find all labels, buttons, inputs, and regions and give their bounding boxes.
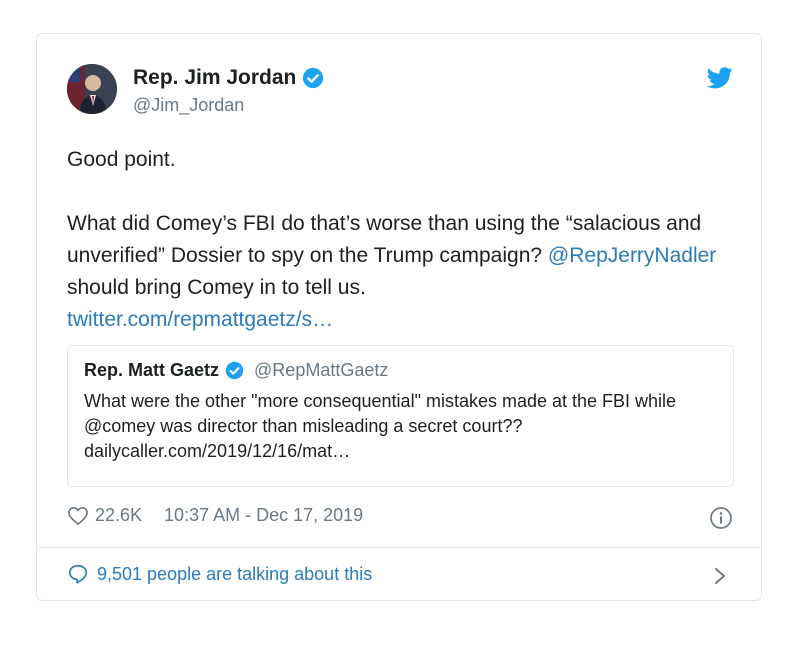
tweet-meta: 22.6K 10:37 AM - Dec 17, 2019	[67, 505, 363, 526]
avatar[interactable]	[67, 64, 117, 114]
mention-link[interactable]: @RepJerryNadler	[548, 244, 716, 267]
author-name-row[interactable]: Rep. Jim Jordan	[133, 66, 324, 90]
chevron-right-icon[interactable]	[713, 566, 727, 586]
conversation-link[interactable]: 9,501 people are talking about this	[67, 563, 372, 585]
speech-bubble-icon	[68, 564, 88, 584]
quoted-author-handle[interactable]: @RepMattGaetz	[254, 360, 388, 381]
conversation-count-text[interactable]: 9,501 people are talking about this	[97, 564, 372, 585]
author-name[interactable]: Rep. Jim Jordan	[133, 66, 296, 90]
tweet-text: should bring Comey in to tell us.	[67, 276, 366, 299]
quoted-url-link[interactable]: dailycaller.com/2019/12/16/mat…	[84, 439, 717, 464]
timestamp[interactable]: 10:37 AM - Dec 17, 2019	[164, 505, 363, 526]
embedded-tweet-card: Rep. Jim Jordan @Jim_Jordan Good point. …	[36, 33, 762, 601]
twitter-bird-icon[interactable]	[707, 67, 733, 89]
quoted-tweet[interactable]: Rep. Matt Gaetz @RepMattGaetz What were …	[67, 345, 734, 487]
info-icon[interactable]	[709, 506, 733, 530]
quoted-tweet-text: What were the other "more consequential"…	[84, 389, 717, 464]
heart-icon[interactable]	[67, 506, 89, 526]
tweet-url-link[interactable]: twitter.com/repmattgaetz/s…	[67, 308, 333, 331]
quoted-text: What were the other "more consequential"…	[84, 391, 677, 436]
tweet-body: Good point. What did Comey’s FBI do that…	[67, 144, 737, 336]
tweet-line: What did Comey’s FBI do that’s worse tha…	[67, 208, 737, 304]
quoted-author-name[interactable]: Rep. Matt Gaetz	[84, 360, 219, 381]
author-handle[interactable]: @Jim_Jordan	[133, 95, 244, 116]
avatar-image	[67, 64, 117, 114]
tweet-line: twitter.com/repmattgaetz/s…	[67, 304, 737, 336]
verified-badge-icon	[225, 361, 244, 380]
tweet-line: Good point.	[67, 148, 176, 171]
like-count[interactable]: 22.6K	[95, 505, 142, 526]
divider	[37, 547, 761, 548]
verified-badge-icon	[303, 67, 324, 89]
quoted-tweet-header: Rep. Matt Gaetz @RepMattGaetz	[84, 360, 717, 381]
